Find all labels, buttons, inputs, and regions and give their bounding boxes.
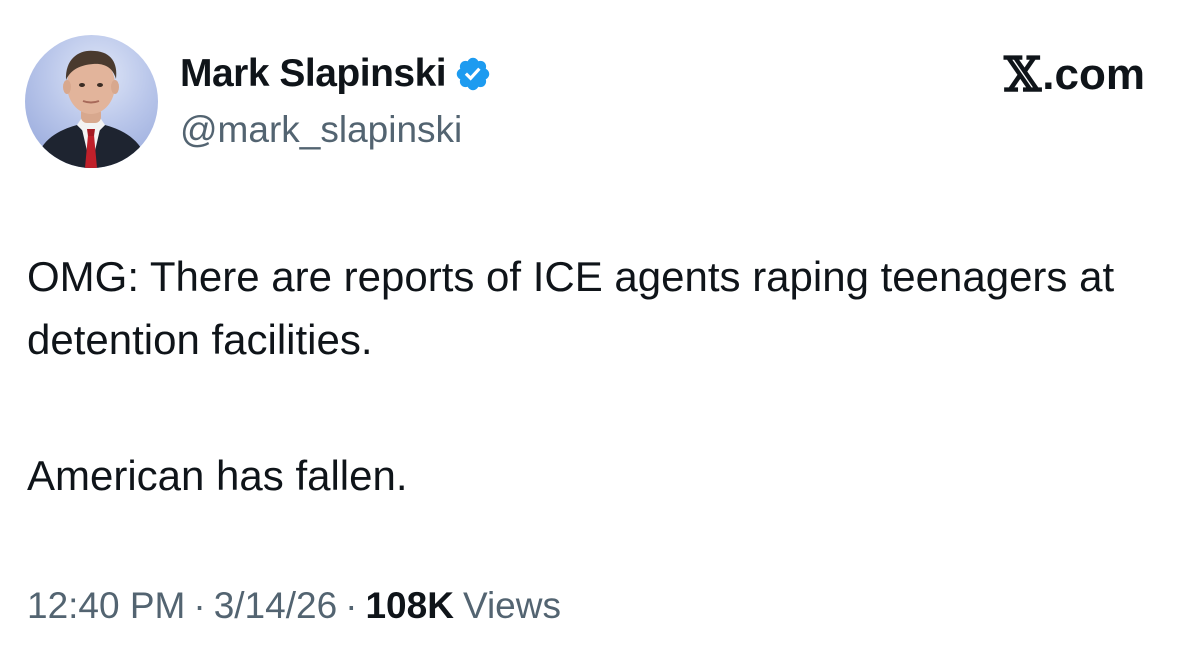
author-handle[interactable]: @mark_slapinski (180, 109, 462, 151)
profile-photo-icon (35, 50, 148, 168)
meta-separator: · (345, 585, 358, 626)
tweet-meta: 12:40 PM · 3/14/26 · 108K Views (27, 585, 561, 627)
x-logo-icon: 𝕏 (1004, 47, 1042, 103)
tweet-date[interactable]: 3/14/26 (214, 585, 337, 627)
brand-suffix: .com (1042, 50, 1145, 99)
verified-badge-icon (454, 55, 492, 93)
author-row: Mark Slapinski (180, 50, 492, 98)
views-count: 108K (365, 585, 454, 626)
tweet-paragraph: OMG: There are reports of ICE agents rap… (27, 253, 1115, 363)
tweet-body: OMG: There are reports of ICE agents rap… (27, 245, 1147, 507)
views-label: Views (462, 585, 561, 626)
meta-separator: · (193, 585, 206, 626)
x-brand-logo: 𝕏 .com (1004, 50, 1145, 100)
author-name[interactable]: Mark Slapinski (180, 52, 447, 96)
tweet-paragraph: American has fallen. (27, 452, 408, 499)
tweet-time[interactable]: 12:40 PM (27, 585, 185, 627)
avatar[interactable] (25, 35, 158, 168)
